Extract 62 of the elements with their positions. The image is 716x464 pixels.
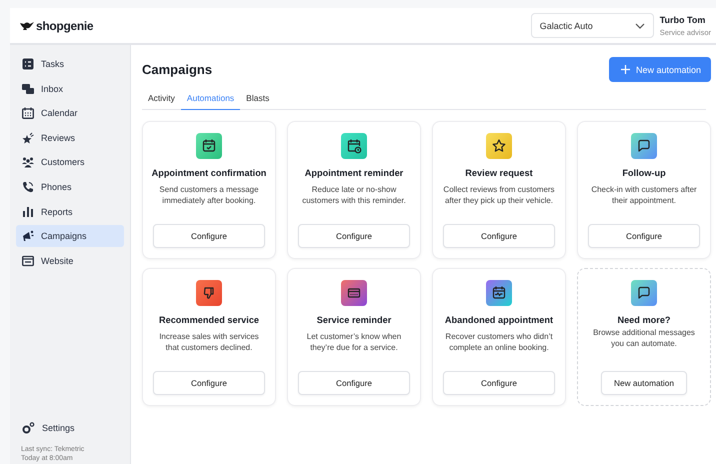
- genie-lamp-icon: [20, 21, 34, 30]
- card-icon: [341, 280, 367, 306]
- card-title: Recommended service: [158, 315, 260, 325]
- calendar-pulse-icon: [486, 280, 512, 306]
- card-title: Service reminder: [316, 315, 392, 325]
- configure-button[interactable]: Configure: [588, 224, 700, 248]
- plus-icon: [620, 65, 630, 74]
- settings-link[interactable]: Settings: [16, 417, 124, 439]
- card-description: Collect reviews from customers after they pick up their vehicle.: [443, 184, 555, 206]
- configure-button[interactable]: Configure: [298, 371, 410, 395]
- brand-logo: shopgenie: [36, 18, 94, 32]
- calendar-clock-icon: [341, 133, 367, 159]
- page-title: Campaigns: [142, 62, 212, 77]
- gears-icon: [22, 422, 35, 434]
- browser-window-icon: [22, 254, 34, 267]
- bar-chart-icon: [22, 206, 34, 218]
- sidebar-item[interactable]: Campaigns: [16, 225, 124, 248]
- card-description: Let customer’s know when they’re due for a service.: [306, 331, 402, 353]
- configure-button[interactable]: Configure: [443, 224, 555, 248]
- card-title: Abandoned appointment: [444, 315, 554, 325]
- sidebar-item[interactable]: Phones: [16, 176, 124, 198]
- people-icon: [22, 156, 34, 168]
- chat-icon: [631, 280, 657, 306]
- tab[interactable]: Blasts: [240, 88, 276, 110]
- configure-button[interactable]: Configure: [153, 224, 265, 248]
- phone-icon: [22, 180, 34, 193]
- checklist-icon: [22, 58, 34, 70]
- configure-button[interactable]: Configure: [443, 371, 555, 395]
- card-title: Follow-up: [622, 168, 666, 178]
- sidebar-item[interactable]: Calendar: [16, 102, 124, 124]
- sidebar-item[interactable]: Reports: [16, 200, 124, 223]
- card-title: Review request: [465, 168, 533, 178]
- card-description: Browse additional messages you can automate.: [592, 327, 696, 349]
- chat-bubbles-icon: [22, 82, 34, 95]
- configure-button[interactable]: Configure: [298, 224, 410, 248]
- new-automation-button[interactable]: New automation: [601, 371, 687, 395]
- sidebar-item[interactable]: Website: [16, 250, 124, 272]
- tab[interactable]: Automations: [180, 88, 240, 110]
- user-name: Turbo Tom: [660, 14, 706, 24]
- card-title: Need more?: [617, 315, 671, 325]
- card-description: Send customers a message immediately after booking.: [158, 184, 260, 206]
- sidebar-item[interactable]: Reviews: [16, 126, 124, 149]
- new-automation-button[interactable]: New automation: [608, 57, 711, 82]
- thumbs-down-icon: [196, 280, 222, 306]
- chat-icon: [631, 133, 657, 159]
- card-title: Appointment confirmation: [152, 168, 266, 178]
- calendar-check-icon: [196, 133, 222, 159]
- calendar-icon: [22, 107, 34, 120]
- tab[interactable]: Activity: [142, 88, 181, 110]
- sidebar-item[interactable]: Tasks: [16, 53, 124, 75]
- configure-button[interactable]: Configure: [153, 371, 265, 395]
- card-description: Increase sales with services that customers declined.: [158, 331, 260, 353]
- megaphone-icon: [22, 230, 34, 242]
- card-title: Appointment reminder: [304, 168, 404, 178]
- chevron-down-icon: [634, 22, 645, 28]
- sidebar-item[interactable]: Inbox: [16, 78, 124, 100]
- sidebar-item[interactable]: Customers: [16, 151, 124, 174]
- card-description: Reduce late or no-show customers with this reminder.: [301, 184, 407, 206]
- shop-select[interactable]: Galactic Auto: [530, 13, 654, 38]
- card-description: Check-in with customers after their appointment.: [590, 184, 698, 206]
- card-description: Recover customers who didn’t complete an online booking.: [444, 331, 554, 353]
- star-icon: [22, 132, 34, 144]
